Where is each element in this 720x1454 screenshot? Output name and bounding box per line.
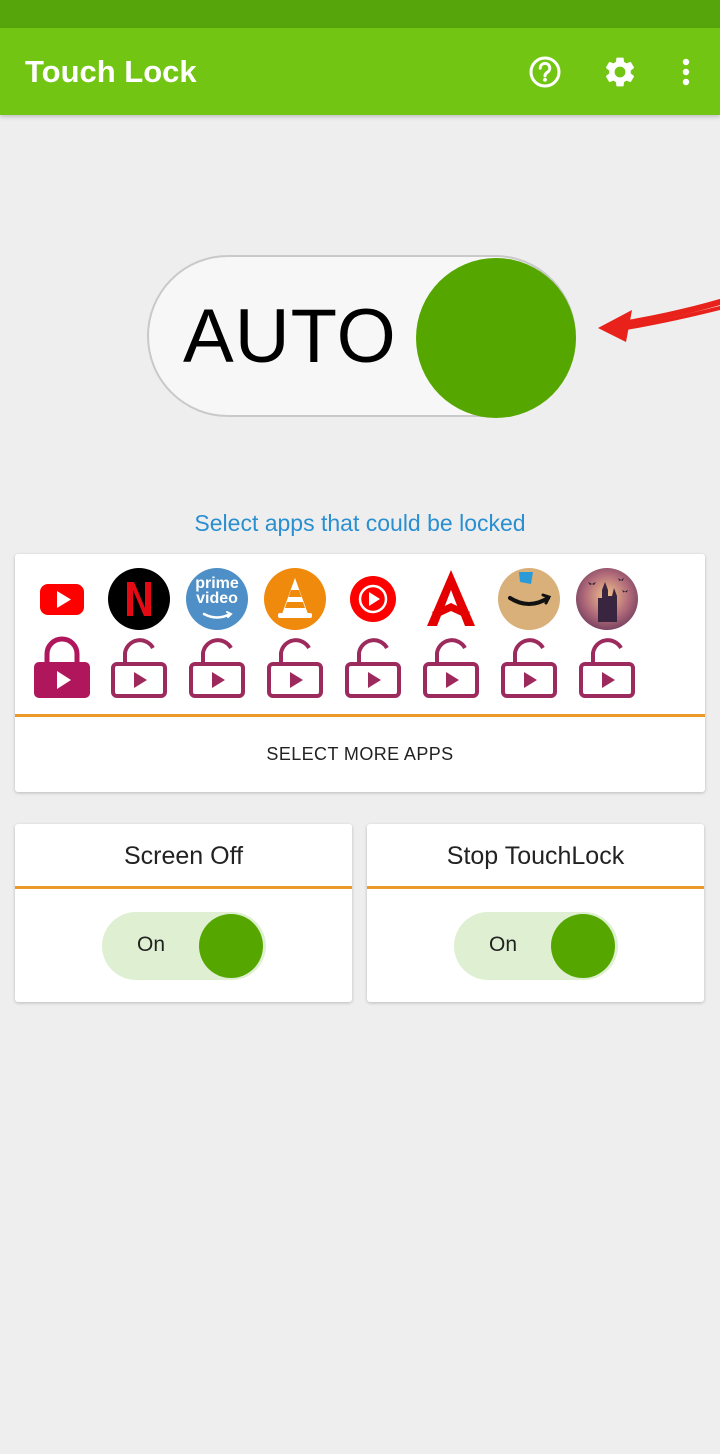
status-bar xyxy=(0,0,720,28)
unlocked-lock-icon[interactable] xyxy=(420,634,482,700)
app-title: Touch Lock xyxy=(25,54,197,89)
unlocked-lock-icon[interactable] xyxy=(342,634,404,700)
stop-touchlock-toggle[interactable]: On xyxy=(454,912,618,980)
netflix-icon[interactable] xyxy=(108,568,170,630)
youtube-icon[interactable] xyxy=(31,568,93,630)
haunted-castle-icon[interactable] xyxy=(576,568,638,630)
video-text: video xyxy=(196,590,238,607)
stop-touchlock-divider xyxy=(367,886,704,889)
red-arrow-annotation-icon xyxy=(598,299,720,342)
unlocked-lock-icon[interactable] xyxy=(264,634,326,700)
auto-toggle-knob[interactable] xyxy=(416,258,576,418)
stop-touchlock-toggle-knob[interactable] xyxy=(551,914,615,978)
settings-button[interactable] xyxy=(598,50,642,94)
screen-off-toggle-label: On xyxy=(137,933,166,956)
stop-touchlock-toggle-label: On xyxy=(489,933,518,956)
stop-touchlock-title: Stop TouchLock xyxy=(446,841,625,870)
auto-lock-toggle[interactable]: AUTO xyxy=(147,255,576,418)
screen-off-title: Screen Off xyxy=(123,841,244,870)
more-options-button[interactable] xyxy=(664,50,708,94)
unlocked-lock-icon[interactable] xyxy=(576,634,638,700)
locked-lock-icon[interactable] xyxy=(31,634,93,700)
select-apps-hint[interactable]: Select apps that could be locked xyxy=(0,508,720,538)
apps-card: prime video SELECT MORE APPS xyxy=(15,554,705,792)
prime-text: prime xyxy=(195,575,239,592)
screen-off-toggle[interactable]: On xyxy=(102,912,266,980)
screen-off-divider xyxy=(15,886,352,889)
youtube-music-icon[interactable] xyxy=(342,568,404,630)
more-vert-icon xyxy=(682,58,690,86)
help-button[interactable] xyxy=(523,50,567,94)
unlocked-lock-icon[interactable] xyxy=(498,634,560,700)
settings-gear-icon xyxy=(605,57,635,87)
unlocked-lock-icon[interactable] xyxy=(186,634,248,700)
amazon-icon[interactable] xyxy=(498,568,560,630)
prime-video-icon[interactable]: prime video xyxy=(186,568,248,630)
vlc-icon[interactable] xyxy=(264,568,326,630)
screen-off-toggle-knob[interactable] xyxy=(199,914,263,978)
select-more-apps-button[interactable]: SELECT MORE APPS xyxy=(15,716,705,792)
airtel-icon[interactable] xyxy=(420,568,482,630)
app-bar: Touch Lock xyxy=(0,28,720,115)
stop-touchlock-card: Stop TouchLock On xyxy=(367,824,704,1002)
screen-off-card: Screen Off On xyxy=(15,824,352,1002)
unlocked-lock-icon[interactable] xyxy=(108,634,170,700)
help-circle-icon xyxy=(529,56,561,88)
auto-toggle-label: AUTO xyxy=(183,294,397,379)
